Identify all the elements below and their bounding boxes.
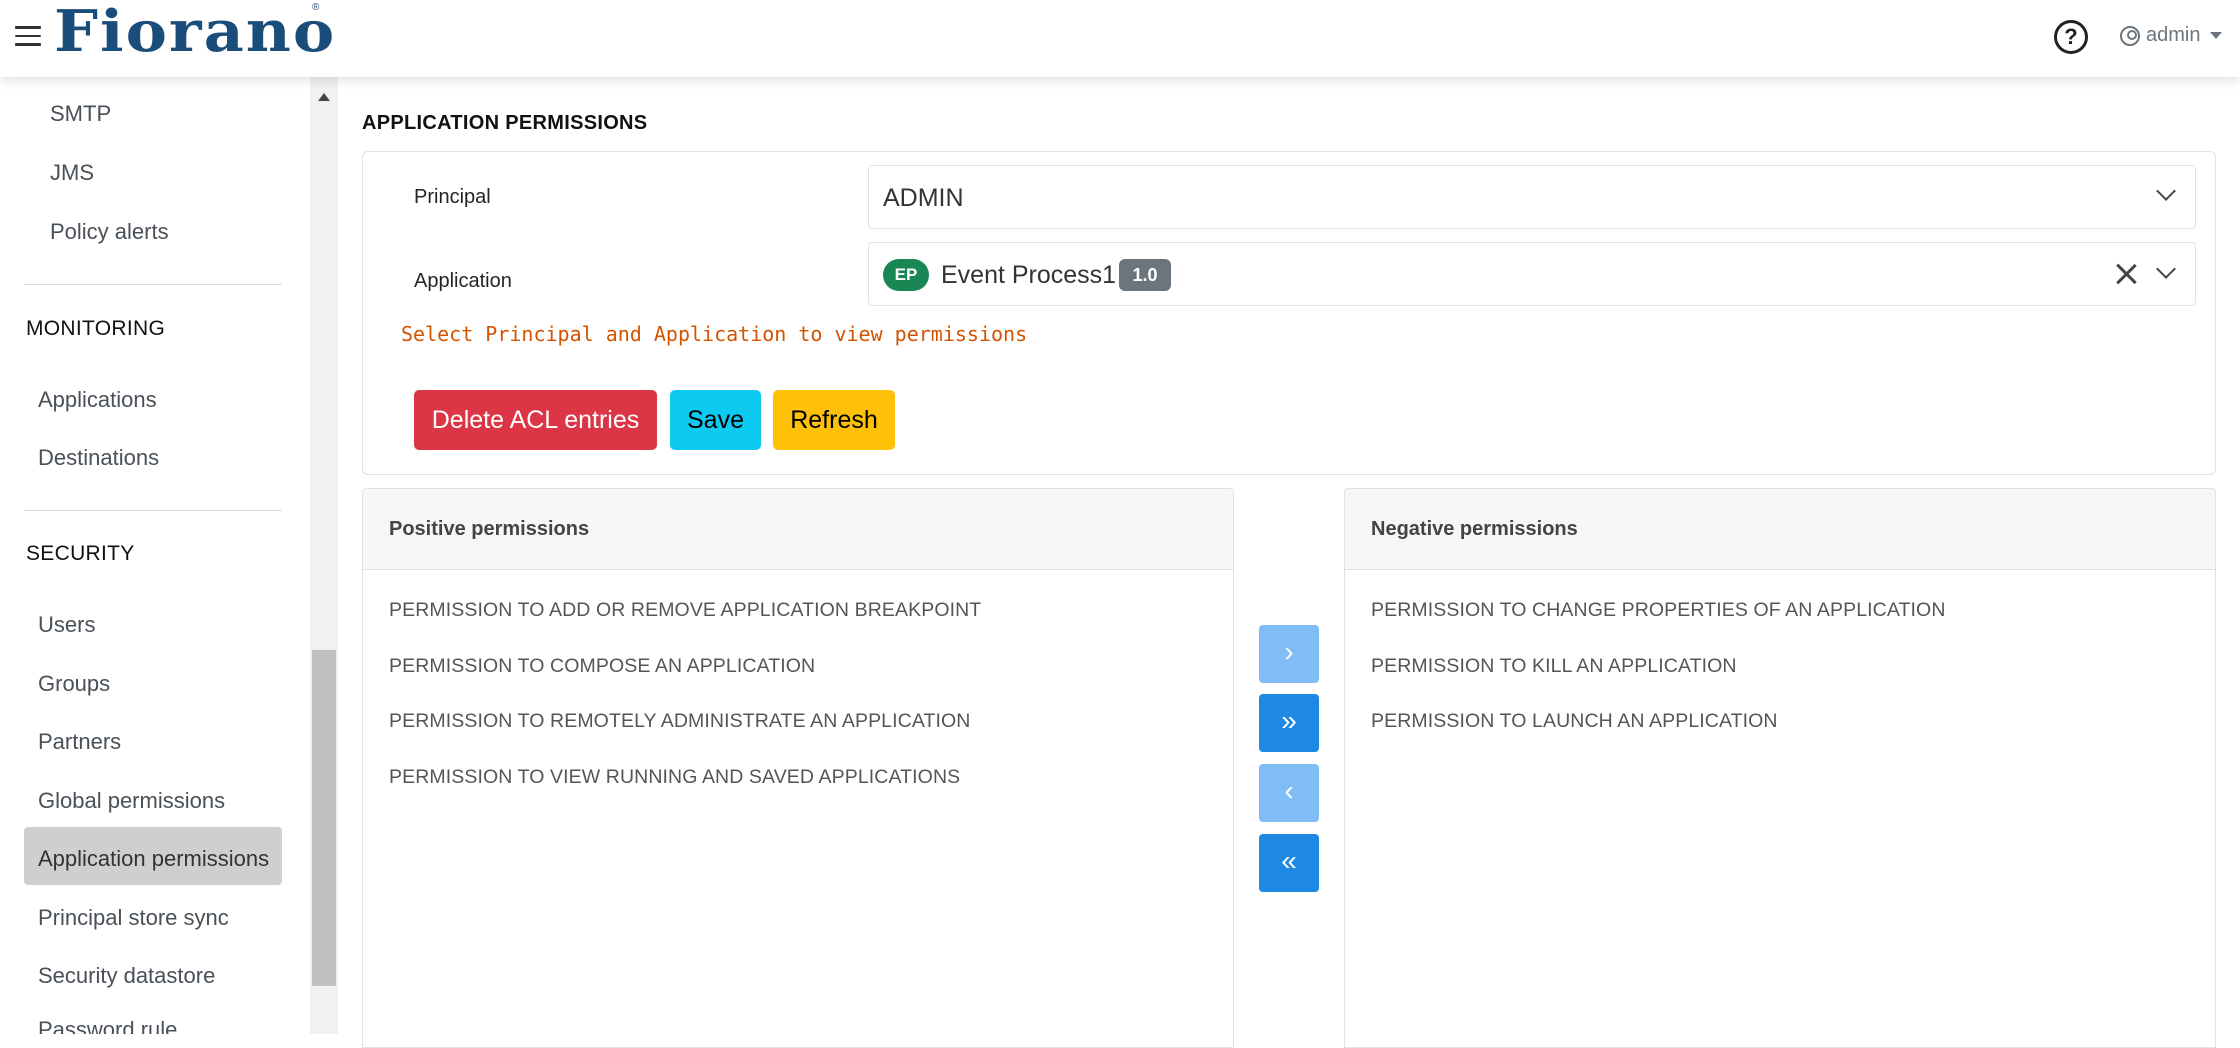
positive-permissions-title: Positive permissions: [363, 489, 1233, 570]
logo-text: Fiorano: [54, 0, 337, 65]
sidebar-heading-monitoring: MONITORING: [26, 317, 166, 340]
principal-label: Principal: [414, 186, 491, 208]
principal-select[interactable]: ADMIN: [868, 165, 2196, 229]
sidebar-item-jms[interactable]: JMS: [50, 160, 94, 186]
fiorano-logo[interactable]: Fiorano: [54, 0, 337, 65]
application-label: Application: [414, 270, 512, 292]
clear-icon[interactable]: [2113, 261, 2139, 287]
sidebar-item-applications[interactable]: Applications: [38, 387, 157, 413]
chevron-down-icon[interactable]: [2156, 259, 2176, 279]
principal-value: ADMIN: [883, 184, 964, 212]
application-select[interactable]: EP Event Process1 1.0: [868, 242, 2196, 306]
list-item[interactable]: PERMISSION TO KILL AN APPLICATION: [1371, 655, 1737, 678]
scroll-up-arrow-icon[interactable]: [318, 93, 330, 101]
sidebar-divider: [24, 284, 282, 285]
sidebar-scrollbar[interactable]: [310, 77, 338, 1034]
sidebar-item-application-permissions-label: Application permissions: [38, 846, 270, 871]
user-name: admin: [2146, 24, 2201, 46]
list-item[interactable]: PERMISSION TO VIEW RUNNING AND SAVED APP…: [389, 766, 960, 789]
save-button[interactable]: Save: [670, 390, 761, 450]
move-all-right-button[interactable]: »: [1259, 694, 1319, 752]
registered-mark: ®: [312, 2, 320, 13]
sidebar-item-principal-store-sync[interactable]: Principal store sync: [38, 905, 229, 931]
sidebar-divider: [24, 510, 282, 511]
list-item[interactable]: PERMISSION TO COMPOSE AN APPLICATION: [389, 655, 815, 678]
sidebar-item-groups[interactable]: Groups: [38, 671, 110, 697]
list-item[interactable]: PERMISSION TO ADD OR REMOVE APPLICATION …: [389, 599, 981, 622]
hamburger-menu-icon[interactable]: [15, 26, 41, 46]
sidebar: SMTP JMS Policy alerts MONITORING Applic…: [0, 77, 310, 1034]
negative-permissions-title: Negative permissions: [1345, 489, 2215, 570]
hint-text: Select Principal and Application to view…: [401, 322, 1028, 346]
move-all-left-button[interactable]: «: [1259, 834, 1319, 892]
application-version-badge: 1.0: [1119, 259, 1171, 291]
sidebar-item-password-rule[interactable]: Password rule: [38, 1017, 177, 1034]
sidebar-heading-security: SECURITY: [26, 542, 135, 565]
scrollbar-thumb[interactable]: [312, 650, 336, 986]
refresh-button[interactable]: Refresh: [773, 390, 895, 450]
sidebar-item-destinations[interactable]: Destinations: [38, 445, 159, 471]
application-type-badge: EP: [883, 259, 929, 291]
move-right-button[interactable]: ›: [1259, 625, 1319, 683]
chevron-down-icon[interactable]: [2156, 181, 2176, 201]
sidebar-item-users[interactable]: Users: [38, 612, 95, 638]
help-icon[interactable]: ?: [2054, 20, 2088, 54]
sidebar-item-partners[interactable]: Partners: [38, 729, 121, 755]
positive-permissions-panel: Positive permissions PERMISSION TO ADD O…: [362, 488, 1234, 1048]
application-name: Event Process1: [941, 261, 1117, 289]
list-item[interactable]: PERMISSION TO REMOTELY ADMINISTRATE AN A…: [389, 710, 970, 733]
move-left-button[interactable]: ‹: [1259, 764, 1319, 822]
sidebar-item-security-datastore[interactable]: Security datastore: [38, 963, 215, 989]
caret-down-icon: [2210, 32, 2223, 39]
user-menu-dropdown[interactable]: admin: [2120, 24, 2223, 47]
delete-acl-button[interactable]: Delete ACL entries: [414, 390, 657, 450]
list-item[interactable]: PERMISSION TO CHANGE PROPERTIES OF AN AP…: [1371, 599, 1946, 622]
negative-permissions-panel: Negative permissions PERMISSION TO CHANG…: [1344, 488, 2216, 1048]
sidebar-item-smtp[interactable]: SMTP: [50, 101, 111, 127]
sidebar-item-global-permissions[interactable]: Global permissions: [38, 788, 225, 814]
list-item[interactable]: PERMISSION TO LAUNCH AN APPLICATION: [1371, 710, 1778, 733]
top-header: Fiorano ® ? admin: [0, 0, 2240, 77]
sidebar-item-policy-alerts[interactable]: Policy alerts: [50, 219, 169, 245]
user-circle-icon: [2120, 25, 2140, 46]
page-title: APPLICATION PERMISSIONS: [362, 112, 648, 134]
